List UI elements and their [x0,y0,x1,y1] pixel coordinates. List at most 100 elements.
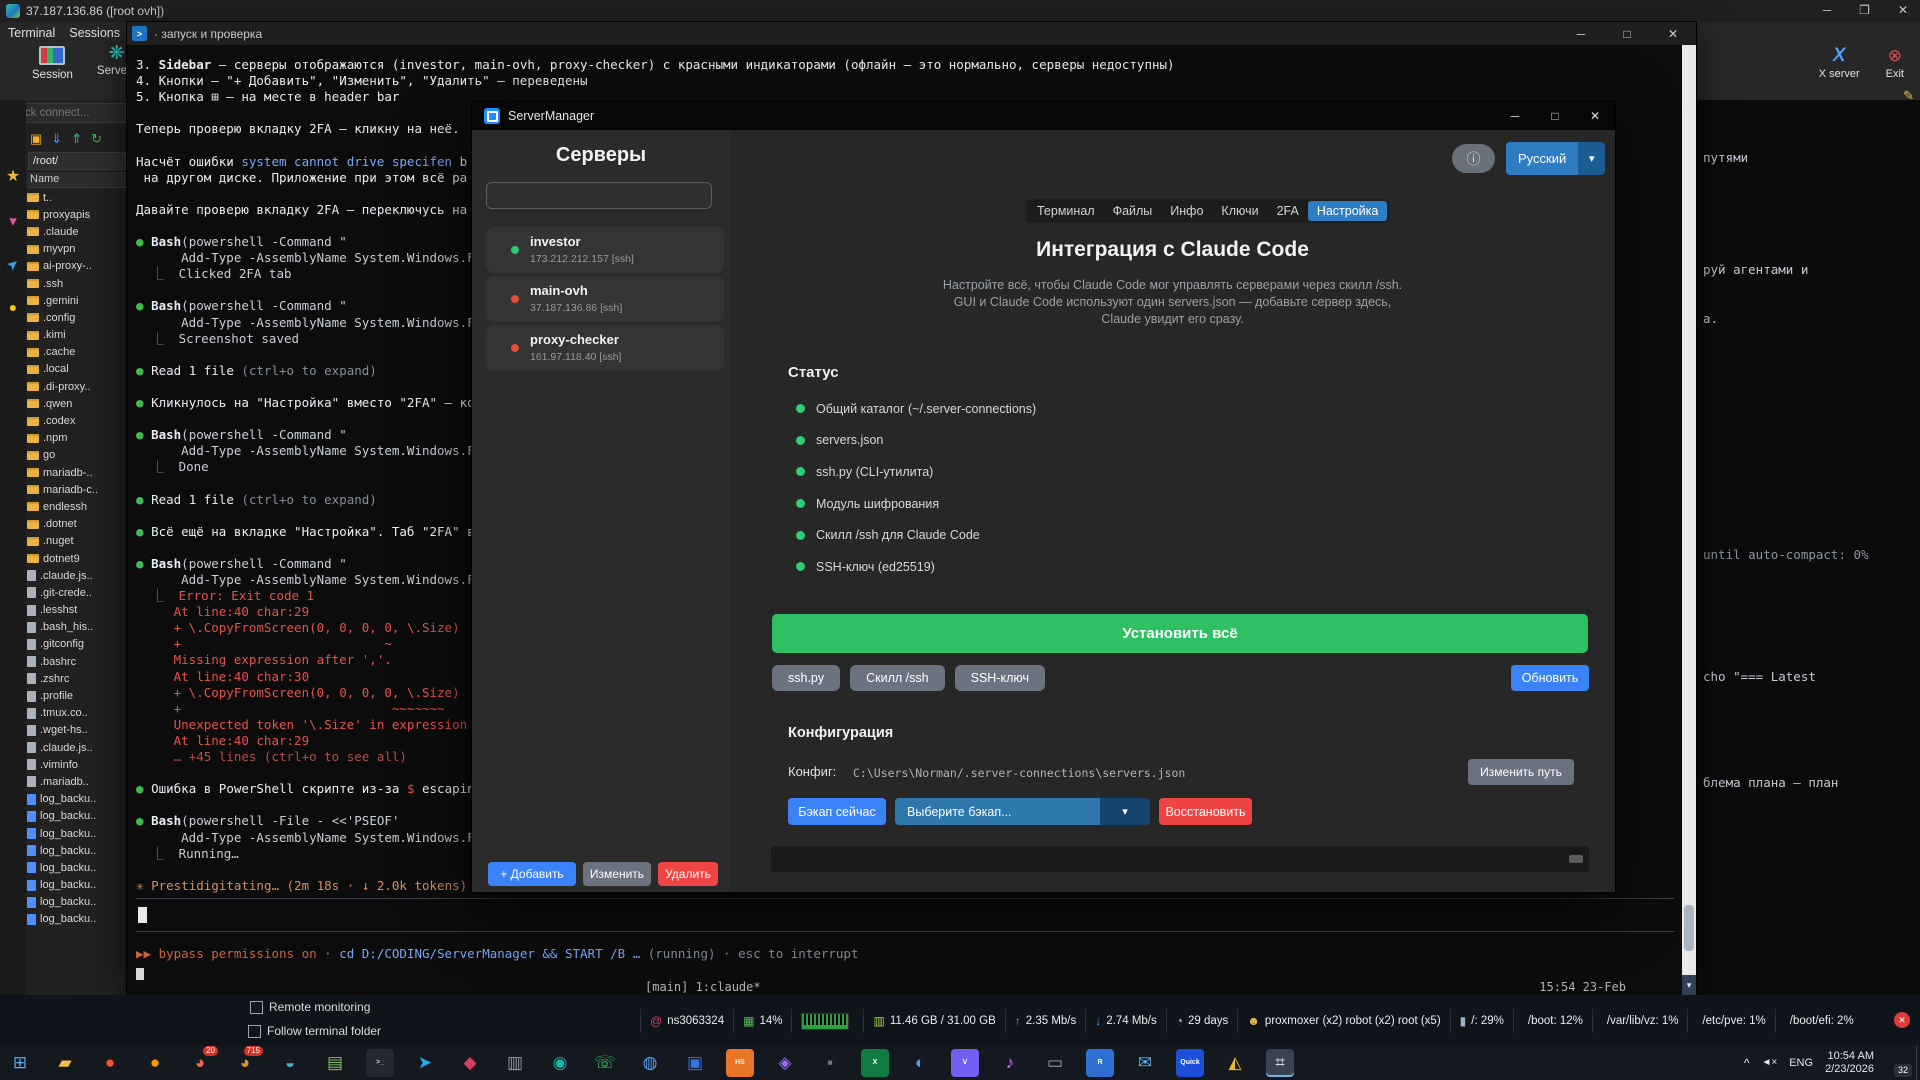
file-row[interactable]: .mariadb.. [27,773,127,790]
file-row[interactable]: .viminfo [27,756,127,773]
file-row[interactable]: dotnet9 [27,550,127,567]
taskbar-icon-edge[interactable]: ◒ [276,1049,304,1077]
quick-install-button[interactable]: SSH-ключ [955,665,1045,691]
remote-monitoring-checkbox[interactable]: Remote monitoring [250,1000,370,1014]
sessions-star-icon[interactable]: ★ [6,166,20,186]
file-row[interactable]: log_backu.. [27,791,127,808]
tab[interactable]: Файлы [1104,201,1162,221]
taskbar-icon-app[interactable]: ▣ [681,1049,709,1077]
claude-input-box[interactable] [136,898,1674,932]
folder-up-icon[interactable]: ▣ [30,131,42,147]
file-row[interactable]: log_backu.. [27,842,127,859]
taskbar-icon-telegram[interactable]: ➤ [411,1049,439,1077]
backup-now-button[interactable]: Бэкап сейчас [788,798,886,825]
file-row[interactable]: .qwen [27,395,127,412]
x-server-button[interactable]: X X server [1819,48,1860,80]
file-row[interactable]: log_backu.. [27,825,127,842]
file-row[interactable]: proxyapis [27,206,127,223]
taskbar-icon-app[interactable]: ◈ [771,1049,799,1077]
file-row[interactable]: log_backu.. [27,911,127,928]
taskbar-icon-brave[interactable]: ● [96,1049,124,1077]
menu-sessions[interactable]: Sessions [69,26,120,40]
taskbar-icon-app[interactable]: ▥ [501,1049,529,1077]
file-row[interactable]: .kimi [27,327,127,344]
taskbar-icon-whatsapp[interactable]: ☏ [591,1049,619,1077]
tools-icon[interactable]: ▾ [9,212,17,230]
tab[interactable]: Настройка [1308,201,1388,221]
exit-button[interactable]: ⊗ Exit [1886,48,1904,80]
file-row[interactable]: .cache [27,344,127,361]
taskbar-icon-app[interactable]: ◐ [906,1049,934,1077]
taskbar-icon-quick[interactable]: Quick [1176,1049,1204,1077]
quick-install-button[interactable]: ssh.py [772,665,840,691]
taskbar-icon-firefox[interactable]: ● [141,1049,169,1077]
file-row[interactable]: .claude [27,223,127,240]
file-row[interactable]: .tmux.co.. [27,705,127,722]
taskbar-icon-mobaxterm[interactable]: ⌗ [1266,1049,1294,1077]
file-row[interactable]: ai-proxy-.. [27,258,127,275]
tab[interactable]: Ключи [1212,201,1267,221]
server-search-input[interactable] [486,182,712,209]
minimize-icon[interactable]: ─ [1558,27,1604,41]
powershell-titlebar[interactable]: > · запуск и проверка ─ □ ✕ [127,22,1696,45]
taskbar-icon-app[interactable]: V [951,1049,979,1077]
language-select[interactable]: Русский ▾ [1506,142,1605,175]
taskbar-icon-app[interactable]: ▭ [1041,1049,1069,1077]
taskbar-icon-chrome[interactable]: ◍ [636,1049,664,1077]
quick-install-button[interactable]: Скилл /ssh [850,665,944,691]
close-icon[interactable]: ✕ [1575,109,1615,123]
taskbar-icon-explorer[interactable]: ▰ [51,1049,79,1077]
taskbar-icon-start[interactable]: ⊞ [6,1049,34,1077]
change-path-button[interactable]: Изменить путь [1468,759,1574,785]
files-column-header[interactable]: Name [27,172,130,188]
file-row[interactable]: .git-crede.. [27,584,127,601]
download-icon[interactable]: ⇓ [51,131,62,147]
restore-button[interactable]: Восстановить [1159,798,1252,825]
file-row[interactable]: log_backu.. [27,877,127,894]
taskbar-icon-notepad[interactable]: ▤ [321,1049,349,1077]
file-row[interactable]: .profile [27,687,127,704]
taskbar-icon-mail[interactable]: ✉ [1131,1049,1159,1077]
session-button[interactable]: Session [32,46,73,81]
maximize-icon[interactable]: ❐ [1859,3,1870,17]
file-row[interactable]: .bashrc [27,653,127,670]
file-row[interactable]: myvpn [27,241,127,258]
file-row[interactable]: log_backu.. [27,808,127,825]
macros-icon[interactable]: ➤ [3,254,23,275]
taskbar-icon-app[interactable]: ◭ [1221,1049,1249,1077]
file-row[interactable]: .config [27,309,127,326]
file-row[interactable]: .bash_his.. [27,619,127,636]
file-row[interactable]: .local [27,361,127,378]
minimize-icon[interactable]: ─ [1823,3,1832,17]
file-row[interactable]: .zshrc [27,670,127,687]
scroll-down-icon[interactable]: ▾ [1682,975,1696,995]
taskbar-icon-excel[interactable]: X [861,1049,889,1077]
close-icon[interactable]: ✕ [1650,27,1696,41]
follow-terminal-folder-checkbox[interactable]: Follow terminal folder [248,1024,381,1038]
taskbar-icon-app[interactable]: ◆ [456,1049,484,1077]
scrollbar-thumb[interactable] [1569,855,1583,863]
file-row[interactable]: .npm [27,430,127,447]
servermanager-titlebar[interactable]: ServerManager ─ □ ✕ [472,102,1615,130]
file-row[interactable]: .di-proxy.. [27,378,127,395]
file-row[interactable]: .wget-hs.. [27,722,127,739]
install-all-button[interactable]: Установить всё [772,614,1588,653]
path-input[interactable] [28,152,126,170]
minimize-icon[interactable]: ─ [1495,109,1535,123]
server-card[interactable]: investor 173.212.212.157 [ssh] [486,227,724,273]
refresh-button[interactable]: Обновить [1511,665,1589,691]
notification-count-badge[interactable]: 32 [1894,1064,1912,1077]
tab[interactable]: Инфо [1161,201,1212,221]
input-language[interactable]: ENG [1789,1057,1813,1069]
file-row[interactable]: endlessh [27,498,127,515]
taskbar-icon-terminal[interactable]: >_ [366,1049,394,1077]
edit-server-button[interactable]: Изменить [583,862,651,886]
server-card[interactable]: proxy-checker 161.97.118.40 [ssh] [486,325,724,371]
file-row[interactable]: mariadb-c.. [27,481,127,498]
close-icon[interactable]: ✕ [1894,1012,1910,1028]
tab[interactable]: Терминал [1028,201,1104,221]
add-server-button[interactable]: + Добавить [488,862,576,886]
backup-select[interactable]: Выберите бэкап... ▾ [895,798,1150,825]
refresh-icon[interactable]: ↻ [91,131,102,147]
file-row[interactable]: .claude.js.. [27,739,127,756]
